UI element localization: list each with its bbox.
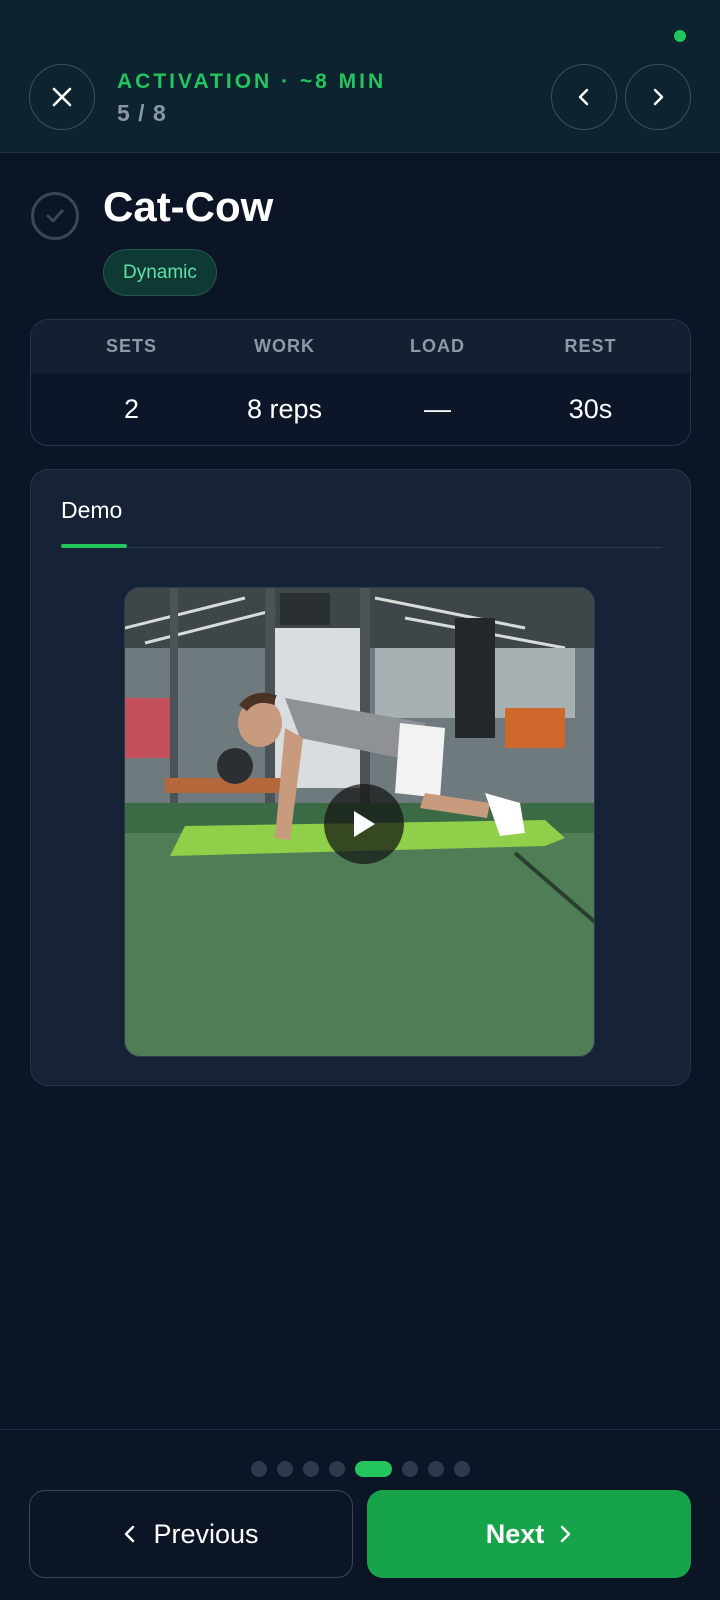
check-icon	[46, 209, 64, 223]
pagination-dot[interactable]	[328, 1461, 345, 1477]
pagination-dot-active[interactable]	[354, 1461, 392, 1477]
tab-demo[interactable]: Demo	[61, 497, 122, 524]
pagination-dot[interactable]	[427, 1461, 444, 1477]
previous-exercise-button[interactable]	[551, 64, 617, 130]
tab-active-indicator	[61, 544, 127, 548]
pagination-dot[interactable]	[250, 1461, 267, 1477]
chevron-left-icon	[578, 88, 589, 106]
stat-header-load: LOAD	[410, 336, 465, 356]
exercise-progress: 5 / 8	[117, 100, 167, 126]
exercise-stats-table: SETS WORK LOAD REST 2 8 reps — 30s	[30, 319, 691, 446]
next-exercise-button[interactable]	[625, 64, 691, 130]
chevron-right-icon	[653, 88, 664, 106]
stat-value-rest: 30s	[568, 393, 613, 424]
stats-value-row: 2 8 reps — 30s	[31, 373, 690, 445]
play-button[interactable]	[324, 784, 404, 864]
exercise-type-badge: Dynamic	[103, 249, 217, 296]
bottom-navigation: Previous Next	[0, 1429, 720, 1600]
pagination-dot[interactable]	[453, 1461, 470, 1477]
stat-value-work: 8 reps	[246, 393, 323, 424]
pagination-dots	[0, 1461, 720, 1477]
close-button[interactable]	[29, 64, 95, 130]
stats-header-row: SETS WORK LOAD REST	[31, 320, 690, 373]
exercise-title: Cat-Cow	[103, 183, 274, 230]
pagination-dot[interactable]	[276, 1461, 293, 1477]
exercise-screen: ACTIVATION · ~8 MIN 5 / 8 Cat-Cow Dynami…	[0, 0, 720, 1600]
previous-button[interactable]: Previous	[29, 1490, 353, 1578]
close-icon	[52, 87, 72, 107]
chevron-right-icon	[561, 1525, 571, 1543]
demo-video[interactable]	[124, 587, 595, 1057]
play-icon	[354, 811, 375, 837]
stat-header-work: WORK	[254, 336, 315, 356]
chevron-left-icon	[125, 1525, 135, 1543]
demo-panel: Demo	[30, 469, 691, 1086]
next-button-label: Next	[485, 1518, 545, 1549]
stat-header-rest: REST	[564, 336, 617, 356]
pagination-dot[interactable]	[401, 1461, 418, 1477]
complete-toggle[interactable]	[31, 192, 79, 240]
session-header: ACTIVATION · ~8 MIN 5 / 8	[0, 0, 720, 153]
previous-button-label: Previous	[153, 1518, 259, 1549]
section-label: ACTIVATION · ~8 MIN	[117, 70, 387, 93]
stat-value-sets: 2	[123, 393, 140, 424]
next-button[interactable]: Next	[367, 1490, 691, 1578]
stat-header-sets: SETS	[105, 336, 157, 356]
status-indicator	[674, 30, 686, 42]
tab-divider	[61, 547, 662, 548]
stat-value-load: —	[424, 393, 451, 424]
pagination-dot[interactable]	[302, 1461, 319, 1477]
